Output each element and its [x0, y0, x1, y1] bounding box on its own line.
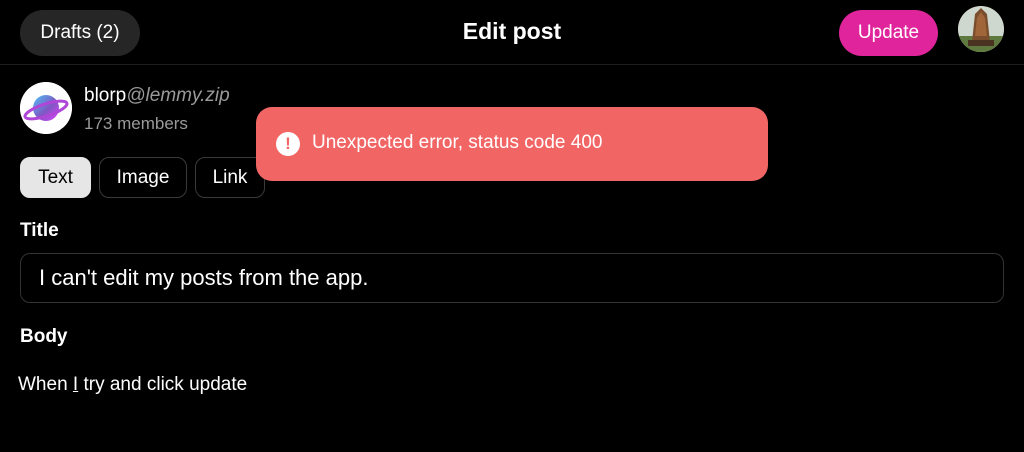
title-input[interactable]: I can't edit my posts from the app.	[20, 253, 1004, 303]
planet-icon	[20, 82, 72, 134]
member-count: 173 members	[84, 114, 188, 133]
community-name[interactable]: blorp@lemmy.zip	[84, 85, 230, 107]
title-value: I can't edit my posts from the app.	[39, 265, 369, 290]
title-label: Title	[20, 220, 59, 241]
tab-image[interactable]: Image	[99, 157, 187, 198]
community-instance: @lemmy.zip	[126, 85, 230, 106]
body-text-start: When	[18, 374, 73, 395]
body-editor[interactable]: When I try and click update	[18, 374, 247, 396]
community-icon[interactable]	[20, 82, 72, 134]
tab-link[interactable]: Link	[195, 157, 265, 198]
body-text-end: try and click update	[78, 374, 248, 395]
update-button[interactable]: Update	[839, 10, 938, 56]
avatar-image	[958, 6, 1004, 52]
error-toast[interactable]: ! Unexpected error, status code 400	[256, 107, 768, 181]
exclamation-icon: !	[276, 132, 300, 156]
edit-post-screen: Drafts (2) Edit post Update blorp@lemmy.…	[0, 0, 1024, 452]
body-label: Body	[20, 326, 68, 347]
toast-message: Unexpected error, status code 400	[312, 132, 603, 153]
tab-text[interactable]: Text	[20, 157, 91, 198]
community-title: blorp	[84, 85, 127, 106]
top-bar: Drafts (2) Edit post Update	[0, 0, 1024, 65]
user-avatar[interactable]	[958, 6, 1004, 52]
